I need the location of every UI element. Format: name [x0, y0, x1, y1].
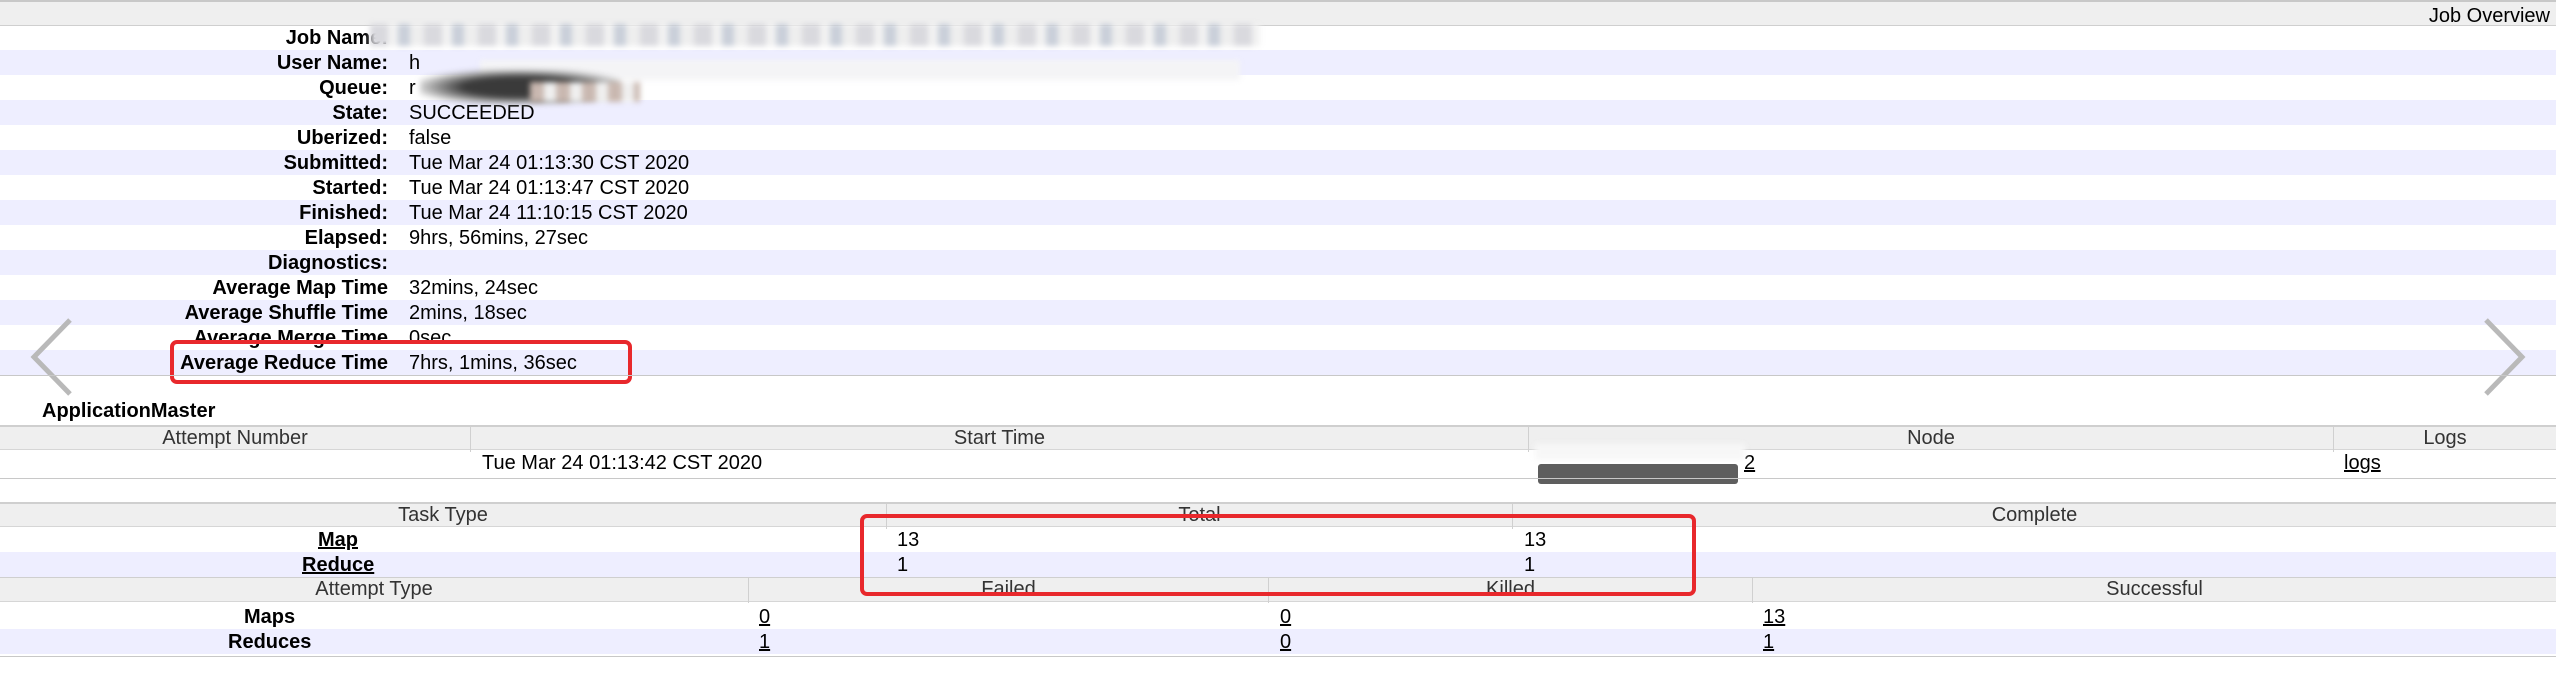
application-master-row: Tue Mar 24 01:13:42 CST 2020 2 logs	[0, 450, 2556, 475]
task-type-map-link[interactable]: Map	[318, 529, 358, 552]
submitted-value: Tue Mar 24 01:13:30 CST 2020	[409, 152, 690, 174]
info-row-state: State: SUCCEEDED	[0, 100, 2556, 125]
chevron-right-icon[interactable]	[2474, 312, 2534, 402]
reduces-failed-link[interactable]: 1	[759, 631, 770, 654]
info-row-average-shuffle-time: Average Shuffle Time 2mins, 18sec	[0, 300, 2556, 325]
average-shuffle-time-label: Average Shuffle Time	[184, 302, 388, 324]
redaction-blur	[1535, 444, 1745, 460]
average-map-time-value: 32mins, 24sec	[409, 277, 538, 299]
submitted-label: Submitted:	[283, 152, 388, 174]
maps-failed-link[interactable]: 0	[759, 606, 770, 629]
state-label: State:	[332, 102, 388, 124]
info-row-submitted: Submitted: Tue Mar 24 01:13:30 CST 2020	[0, 150, 2556, 175]
reduces-killed-link[interactable]: 0	[1280, 631, 1291, 654]
info-row-started: Started: Tue Mar 24 01:13:47 CST 2020	[0, 175, 2556, 200]
user-name-value: h	[409, 52, 421, 74]
elapsed-value: 9hrs, 56mins, 27sec	[409, 227, 588, 249]
column-header-attempt-type[interactable]: Attempt Type	[0, 578, 748, 603]
logs-link[interactable]: logs	[2344, 452, 2381, 475]
info-row-finished: Finished: Tue Mar 24 11:10:15 CST 2020	[0, 200, 2556, 225]
info-row-average-map-time: Average Map Time 32mins, 24sec	[0, 275, 2556, 300]
info-row-uberized: Uberized: false	[0, 125, 2556, 150]
finished-value: Tue Mar 24 11:10:15 CST 2020	[409, 202, 688, 224]
highlight-box-average-reduce-time	[170, 340, 632, 384]
uberized-label: Uberized:	[296, 127, 388, 149]
average-map-time-label: Average Map Time	[212, 277, 388, 299]
redaction-blur	[370, 24, 1260, 46]
user-name-label: User Name:	[276, 52, 388, 74]
column-header-start-time[interactable]: Start Time	[470, 427, 1528, 452]
queue-value: r	[409, 77, 416, 99]
column-header-attempt-number[interactable]: Attempt Number	[0, 427, 470, 452]
highlight-box-task-counts	[860, 514, 1696, 596]
attempt-type-reduces: Reduces	[228, 631, 312, 653]
reduces-successful-link[interactable]: 1	[1763, 631, 1774, 654]
attempt-row-reduces: Reduces 1 0 1	[0, 629, 2556, 654]
info-row-diagnostics: Diagnostics:	[0, 250, 2556, 275]
info-row-elapsed: Elapsed: 9hrs, 56mins, 27sec	[0, 225, 2556, 250]
column-header-task-type[interactable]: Task Type	[0, 504, 886, 529]
started-label: Started:	[312, 177, 388, 199]
application-master-header: Attempt Number Start Time Node Logs	[0, 425, 2556, 452]
start-time-cell: Tue Mar 24 01:13:42 CST 2020	[482, 452, 763, 474]
info-row-queue: Queue: r	[0, 75, 2556, 100]
column-header-logs[interactable]: Logs	[2333, 427, 2556, 452]
maps-successful-link[interactable]: 13	[1763, 606, 1785, 629]
maps-killed-link[interactable]: 0	[1280, 606, 1291, 629]
attempt-type-maps: Maps	[244, 606, 296, 628]
state-value: SUCCEEDED	[409, 102, 535, 124]
divider	[0, 375, 2556, 376]
divider	[0, 656, 2556, 657]
finished-label: Finished:	[299, 202, 388, 224]
info-row-user-name: User Name: h	[0, 50, 2556, 75]
uberized-value: false	[409, 127, 452, 149]
redaction-bar	[1538, 464, 1738, 484]
chevron-left-icon[interactable]	[22, 312, 82, 402]
average-shuffle-time-value: 2mins, 18sec	[409, 302, 527, 324]
divider	[0, 478, 2556, 479]
redaction-blur	[530, 82, 640, 102]
queue-label: Queue:	[319, 77, 388, 99]
job-overview-header: Job Overview	[0, 0, 2556, 27]
diagnostics-label: Diagnostics:	[267, 252, 388, 274]
node-link[interactable]: 2	[1744, 452, 1755, 475]
column-header-successful[interactable]: Successful	[1752, 578, 2556, 603]
application-master-title: ApplicationMaster	[42, 400, 216, 422]
task-type-reduce-link[interactable]: Reduce	[302, 554, 374, 577]
started-value: Tue Mar 24 01:13:47 CST 2020	[409, 177, 690, 199]
attempt-row-maps: Maps 0 0 13	[0, 604, 2556, 629]
elapsed-label: Elapsed:	[304, 227, 388, 249]
